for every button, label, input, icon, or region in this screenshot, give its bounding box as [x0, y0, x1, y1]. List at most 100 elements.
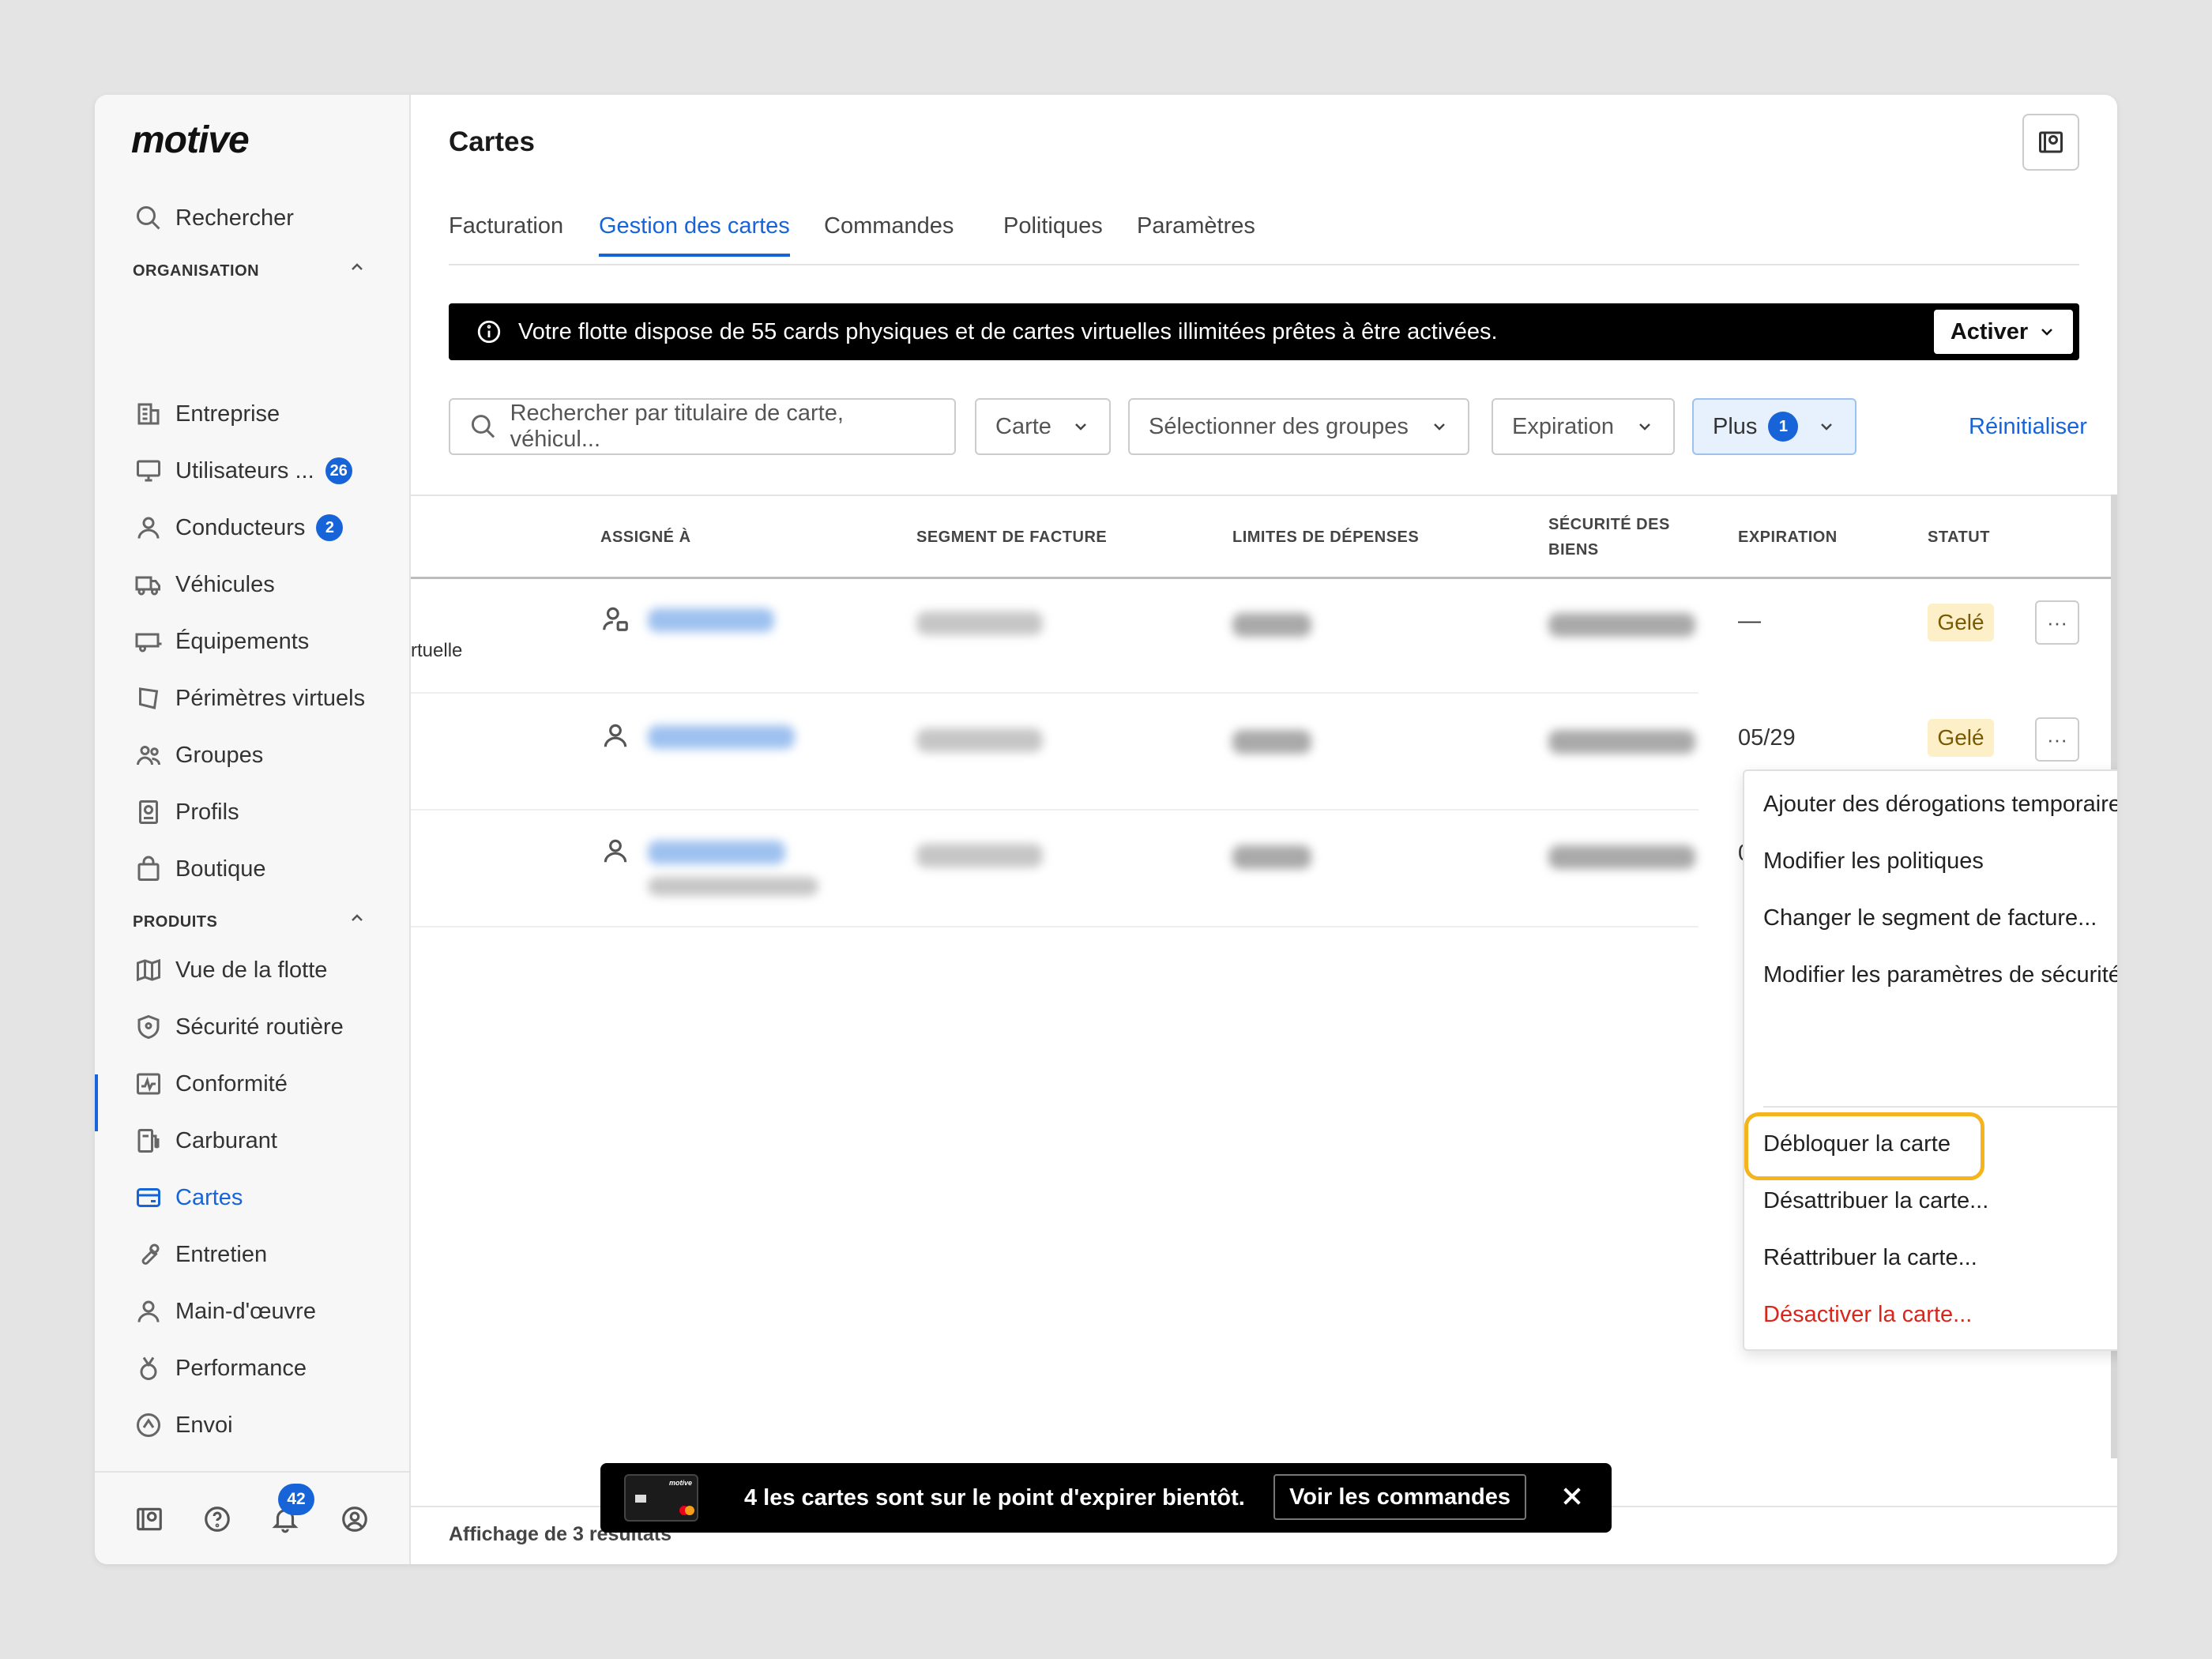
active-indicator: [95, 1074, 98, 1131]
sidebar-item-securite-routiere[interactable]: Sécurité routière: [133, 1003, 401, 1051]
sidebar-item-label: Entretien: [175, 1241, 268, 1267]
tab-facturation[interactable]: Facturation: [449, 213, 563, 254]
row-actions-button[interactable]: ···: [2035, 717, 2079, 762]
group-icon: [133, 739, 164, 771]
sidebar-footer: 42: [95, 1471, 411, 1564]
menu-unblock-card[interactable]: Débloquer la carte: [1763, 1131, 1951, 1157]
section-produits-label: PRODUITS: [133, 913, 218, 931]
limit-redacted: [1232, 730, 1311, 754]
row-divider: [411, 926, 1698, 927]
tab-gestion-cartes[interactable]: Gestion des cartes: [599, 213, 790, 257]
segment-redacted: [916, 728, 1043, 752]
menu-divider: [1763, 1106, 2117, 1108]
motive-logo[interactable]: motive: [131, 118, 250, 162]
search-placeholder: Rechercher par titulaire de carte, véhic…: [510, 401, 844, 452]
sidebar-item-label: Sécurité routière: [175, 1014, 344, 1040]
limit-redacted: [1232, 613, 1311, 637]
account-icon[interactable]: [340, 1504, 374, 1539]
menu-deactivate-card[interactable]: Désactiver la carte...: [1763, 1302, 1972, 1328]
sidebar: motive Rechercher ORGANISATION Entrepris…: [95, 95, 411, 1564]
map-pin-icon[interactable]: [134, 1504, 169, 1539]
sidebar-item-equipements[interactable]: Équipements: [133, 618, 401, 665]
map-view-button[interactable]: [2022, 114, 2079, 171]
chevron-up-icon[interactable]: [348, 258, 371, 281]
tab-politiques[interactable]: Politiques: [1003, 213, 1103, 254]
help-icon[interactable]: [202, 1504, 237, 1539]
limit-redacted: [1232, 845, 1311, 869]
sidebar-item-performance[interactable]: Performance: [133, 1345, 401, 1392]
menu-change-segment[interactable]: Changer le segment de facture...: [1763, 905, 2097, 931]
more-filters-button[interactable]: Plus 1: [1692, 398, 1856, 455]
card-filter[interactable]: Carte: [975, 398, 1111, 455]
menu-unassign-card[interactable]: Désattribuer la carte...: [1763, 1188, 1988, 1214]
sidebar-item-perimetres[interactable]: Périmètres virtuels: [133, 675, 401, 722]
col-header-securite: SÉCURITÉ DES BIENS: [1548, 516, 1670, 559]
sidebar-item-conducteurs[interactable]: Conducteurs 2: [133, 504, 401, 551]
sidebar-item-utilisateurs[interactable]: Utilisateurs ... 26: [133, 447, 401, 495]
menu-edit-policies[interactable]: Modifier les politiques: [1763, 848, 1984, 875]
activate-button[interactable]: Activer: [1934, 310, 2073, 354]
sidebar-item-cartes[interactable]: Cartes: [133, 1174, 401, 1221]
status-badge: Gelé: [1928, 719, 1994, 757]
menu-add-overrides[interactable]: Ajouter des dérogations temporaires...: [1763, 792, 2117, 818]
row-actions-button[interactable]: ···: [2035, 600, 2079, 645]
bag-icon: [133, 853, 164, 885]
search-input[interactable]: Rechercher par titulaire de carte, véhic…: [449, 398, 956, 455]
expiration-filter-label: Expiration: [1512, 413, 1614, 439]
sidebar-item-envoi[interactable]: Envoi: [133, 1401, 401, 1449]
toast-text: 4 les cartes sont sur le point d'expirer…: [744, 1484, 1245, 1510]
activate-label: Activer: [1950, 318, 2029, 344]
status-badge: Gelé: [1928, 604, 1994, 641]
view-orders-button[interactable]: Voir les commandes: [1273, 1474, 1526, 1520]
sidebar-item-entreprise[interactable]: Entreprise: [133, 390, 401, 438]
building-icon: [133, 398, 164, 430]
sidebar-item-vehicules[interactable]: Véhicules: [133, 561, 401, 608]
groups-filter[interactable]: Sélectionner des groupes: [1128, 398, 1469, 455]
sidebar-item-groupes[interactable]: Groupes: [133, 732, 401, 779]
reset-link[interactable]: Réinitialiser: [1969, 414, 2087, 440]
count-badge: 2: [316, 514, 344, 541]
assignee-name-redacted[interactable]: [648, 725, 795, 749]
tab-parametres[interactable]: Paramètres: [1137, 213, 1255, 254]
person-icon: [600, 836, 632, 867]
card-thumbnail: motive: [624, 1474, 698, 1522]
sidebar-item-vue-flotte[interactable]: Vue de la flotte: [133, 946, 401, 994]
segment-redacted: [916, 611, 1043, 635]
sidebar-item-label: Performance: [175, 1355, 307, 1381]
search-nav[interactable]: Rechercher: [133, 194, 401, 242]
tab-commandes[interactable]: Commandes: [824, 213, 954, 254]
page-title: Cartes: [449, 126, 535, 157]
sidebar-item-label: Utilisateurs ...: [175, 457, 314, 483]
sidebar-item-label: Équipements: [175, 628, 310, 654]
table-top-border: [411, 495, 2117, 496]
main-content: Cartes Facturation Gestion des cartes Co…: [411, 95, 2117, 1564]
user-card-icon: [600, 604, 632, 635]
monitor-icon: [133, 455, 164, 487]
col-header-expiration: EXPIRATION: [1738, 529, 1838, 546]
sidebar-item-carburant[interactable]: Carburant: [133, 1117, 401, 1164]
row2-expiration: 05/29: [1738, 725, 1796, 750]
sidebar-item-label: Envoi: [175, 1412, 233, 1438]
groups-filter-label: Sélectionner des groupes: [1149, 413, 1409, 439]
dispatch-icon: [133, 1409, 164, 1441]
sidebar-item-boutique[interactable]: Boutique: [133, 845, 401, 893]
menu-reassign-card[interactable]: Réattribuer la carte...: [1763, 1245, 1977, 1271]
map-pin-icon: [2039, 131, 2063, 153]
sidebar-item-label: Groupes: [175, 742, 264, 768]
col-header-segment: SEGMENT DE FACTURE: [916, 529, 1108, 546]
assignee-name-redacted[interactable]: [648, 608, 774, 632]
sidebar-item-entretien[interactable]: Entretien: [133, 1231, 401, 1278]
sidebar-item-main-oeuvre[interactable]: Main-d'œuvre: [133, 1288, 401, 1335]
shield-icon: [133, 1011, 164, 1043]
menu-edit-security[interactable]: Modifier les paramètres de sécurité...: [1763, 962, 2117, 988]
expiration-filter[interactable]: Expiration: [1492, 398, 1675, 455]
assignee-name-redacted[interactable]: [648, 841, 785, 864]
worker-icon: [133, 1296, 164, 1327]
sidebar-item-label: Véhicules: [175, 571, 275, 597]
sidebar-item-profils[interactable]: Profils: [133, 788, 401, 836]
chevron-up-icon[interactable]: [348, 908, 371, 932]
close-icon[interactable]: [1559, 1484, 1588, 1512]
sidebar-item-conformite[interactable]: Conformité: [133, 1060, 401, 1108]
map-icon: [133, 954, 164, 986]
col-header-statut: STATUT: [1928, 529, 1990, 546]
